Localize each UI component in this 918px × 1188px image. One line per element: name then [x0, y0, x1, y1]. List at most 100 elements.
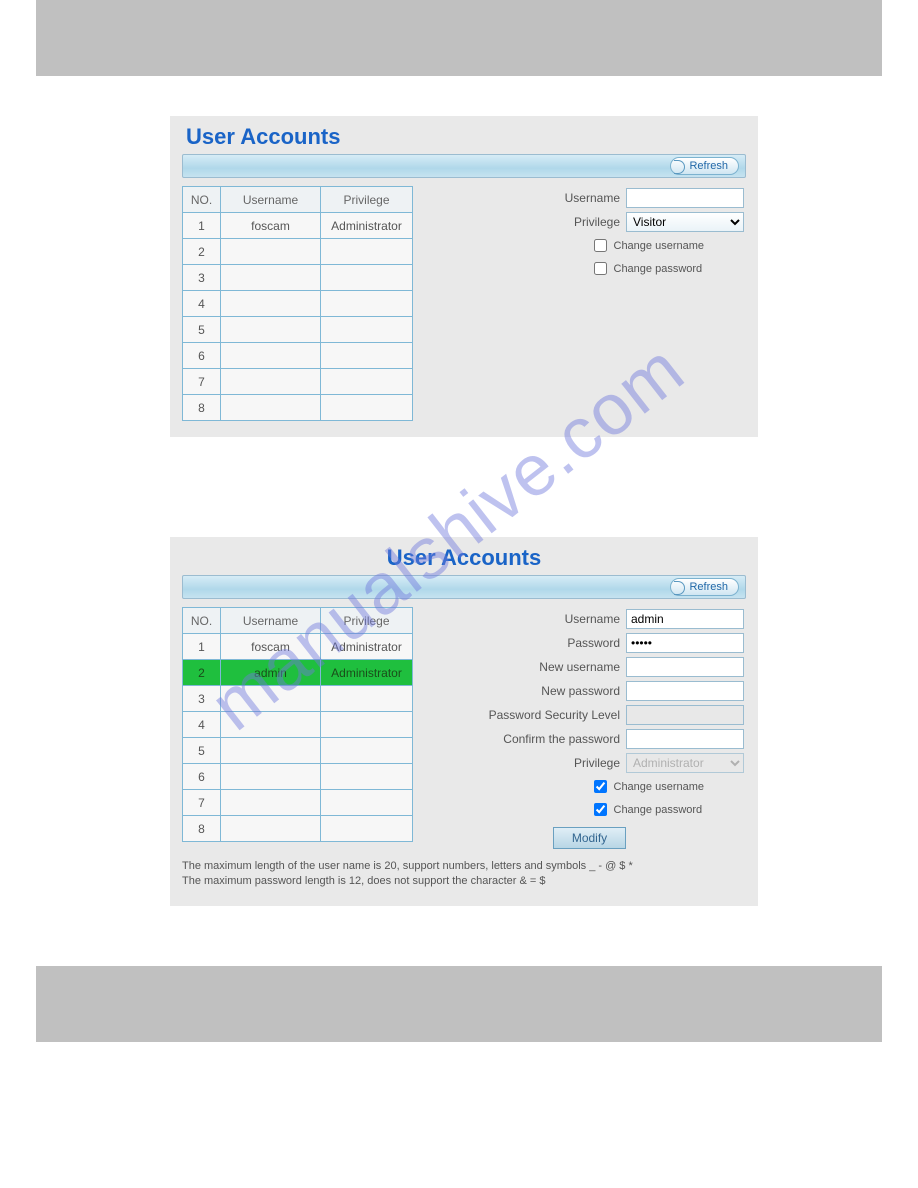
table-cell: admin: [221, 660, 321, 686]
password-label: Password: [433, 636, 620, 650]
user-form: Username Privilege Visitor Change userna…: [433, 186, 746, 282]
table-cell: [321, 712, 413, 738]
table-row[interactable]: 6: [183, 764, 413, 790]
privilege-label: Privilege: [433, 215, 620, 229]
table-row[interactable]: 1foscamAdministrator: [183, 634, 413, 660]
table-cell: [321, 686, 413, 712]
table-cell: 6: [183, 343, 221, 369]
refresh-button-label: Refresh: [689, 160, 728, 172]
table-cell: [321, 343, 413, 369]
table-cell: 3: [183, 686, 221, 712]
toolbar: Refresh: [182, 575, 746, 599]
table-row[interactable]: 3: [183, 265, 413, 291]
modify-button[interactable]: Modify: [553, 827, 626, 849]
table-cell: [321, 395, 413, 421]
table-cell: [221, 369, 321, 395]
change-username-checkbox[interactable]: [594, 780, 607, 793]
new-username-label: New username: [433, 660, 620, 674]
refresh-button[interactable]: Refresh: [670, 578, 739, 596]
refresh-button-label: Refresh: [689, 581, 728, 593]
new-username-input[interactable]: [626, 657, 744, 677]
col-header-username: Username: [221, 187, 321, 213]
table-cell: 7: [183, 790, 221, 816]
table-row[interactable]: 4: [183, 712, 413, 738]
table-cell: 5: [183, 317, 221, 343]
table-row[interactable]: 3: [183, 686, 413, 712]
page-title: User Accounts: [182, 545, 746, 571]
change-username-label: Change username: [614, 240, 705, 252]
security-level-label: Password Security Level: [433, 708, 620, 722]
refresh-button[interactable]: Refresh: [670, 157, 739, 175]
table-cell: [321, 291, 413, 317]
password-input[interactable]: [626, 633, 744, 653]
table-row[interactable]: 4: [183, 291, 413, 317]
table-row[interactable]: 7: [183, 369, 413, 395]
toolbar: Refresh: [182, 154, 746, 178]
privilege-select[interactable]: Visitor: [626, 212, 744, 232]
table-row[interactable]: 8: [183, 395, 413, 421]
table-cell: 2: [183, 239, 221, 265]
table-row[interactable]: 2: [183, 239, 413, 265]
privilege-label: Privilege: [433, 756, 620, 770]
confirm-password-input[interactable]: [626, 729, 744, 749]
table-cell: [221, 343, 321, 369]
col-header-username: Username: [221, 608, 321, 634]
table-row[interactable]: 6: [183, 343, 413, 369]
table-cell: [221, 764, 321, 790]
table-row[interactable]: 2adminAdministrator: [183, 660, 413, 686]
table-row[interactable]: 5: [183, 317, 413, 343]
privilege-select: Administrator: [626, 753, 744, 773]
table-cell: [321, 738, 413, 764]
footnote: The maximum length of the user name is 2…: [182, 859, 746, 890]
table-cell: 7: [183, 369, 221, 395]
table-cell: [221, 686, 321, 712]
users-table: NO. Username Privilege 1foscamAdministra…: [182, 607, 413, 842]
table-cell: [321, 790, 413, 816]
table-cell: [321, 239, 413, 265]
table-cell: 6: [183, 764, 221, 790]
table-cell: Administrator: [321, 660, 413, 686]
table-row[interactable]: 7: [183, 790, 413, 816]
table-row[interactable]: 1foscamAdministrator: [183, 213, 413, 239]
table-cell: 8: [183, 395, 221, 421]
table-cell: 4: [183, 712, 221, 738]
username-input[interactable]: [626, 188, 744, 208]
table-row[interactable]: 8: [183, 816, 413, 842]
page-title: User Accounts: [186, 124, 746, 150]
new-password-label: New password: [433, 684, 620, 698]
username-label: Username: [433, 612, 620, 626]
table-cell: Administrator: [321, 213, 413, 239]
user-form: Username Password New username New passw…: [433, 607, 746, 849]
table-cell: 3: [183, 265, 221, 291]
col-header-privilege: Privilege: [321, 608, 413, 634]
new-password-input[interactable]: [626, 681, 744, 701]
table-cell: [221, 816, 321, 842]
user-accounts-panel-1: User Accounts Refresh NO. Username Privi…: [170, 116, 758, 437]
col-header-no: NO.: [183, 608, 221, 634]
table-cell: [221, 239, 321, 265]
table-cell: [221, 738, 321, 764]
change-username-label: Change username: [614, 781, 705, 793]
table-cell: 5: [183, 738, 221, 764]
users-table: NO. Username Privilege 1foscamAdministra…: [182, 186, 413, 421]
table-cell: [221, 712, 321, 738]
change-password-checkbox[interactable]: [594, 803, 607, 816]
table-cell: 1: [183, 634, 221, 660]
col-header-no: NO.: [183, 187, 221, 213]
change-password-checkbox[interactable]: [594, 262, 607, 275]
table-cell: foscam: [221, 213, 321, 239]
table-cell: 1: [183, 213, 221, 239]
table-cell: [321, 265, 413, 291]
table-cell: [221, 395, 321, 421]
change-username-checkbox[interactable]: [594, 239, 607, 252]
table-cell: [221, 291, 321, 317]
confirm-password-label: Confirm the password: [433, 732, 620, 746]
table-cell: [321, 764, 413, 790]
change-password-label: Change password: [614, 263, 703, 275]
table-cell: 2: [183, 660, 221, 686]
table-cell: 8: [183, 816, 221, 842]
table-row[interactable]: 5: [183, 738, 413, 764]
username-input[interactable]: [626, 609, 744, 629]
table-cell: [321, 317, 413, 343]
user-accounts-panel-2: User Accounts Refresh NO. Username Privi…: [170, 537, 758, 906]
